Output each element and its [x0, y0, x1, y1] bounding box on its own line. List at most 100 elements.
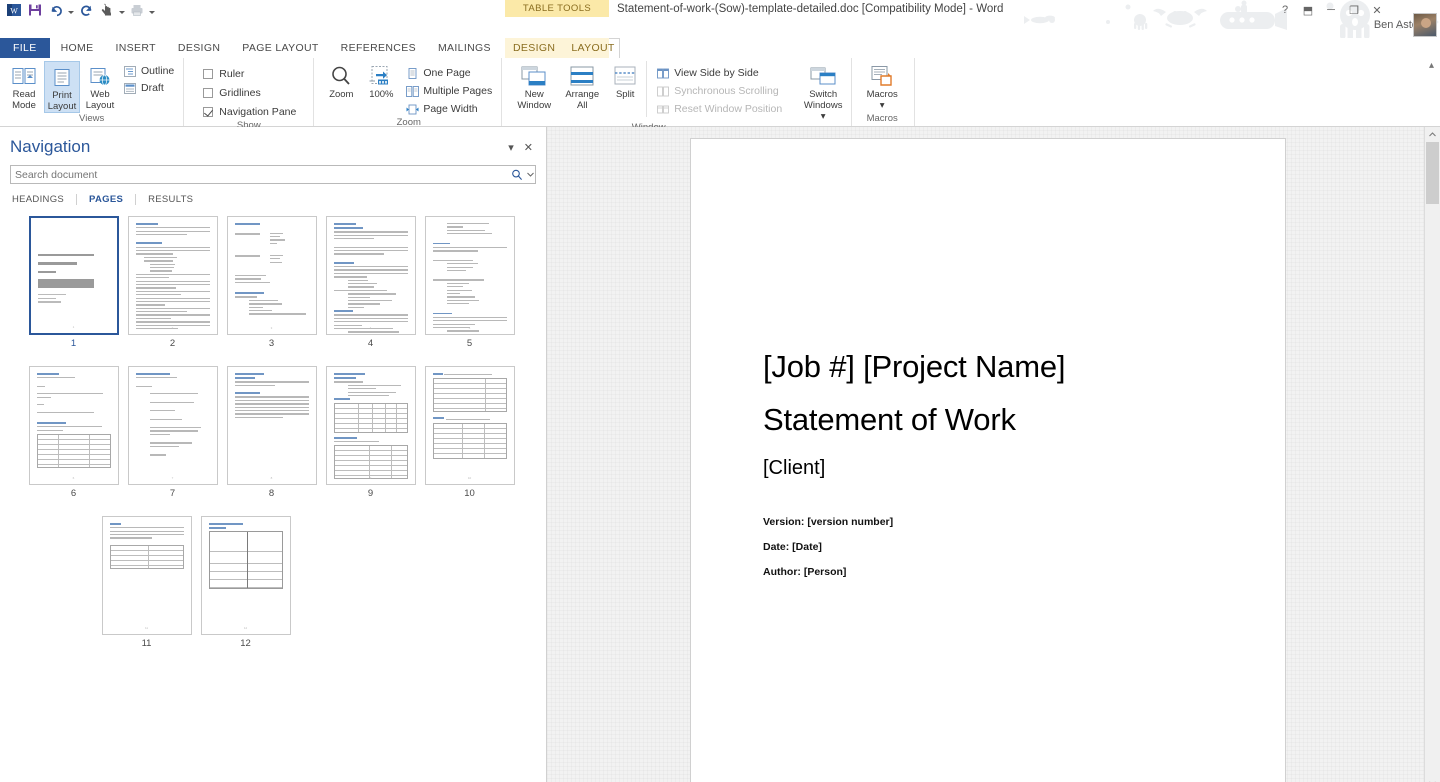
tab-references[interactable]: REFERENCES — [330, 38, 427, 58]
list-item[interactable]: 3 3 — [222, 216, 321, 349]
page-thumbnail-7[interactable]: 7 — [127, 366, 218, 485]
page-number-label: 9 — [367, 488, 374, 499]
list-item[interactable]: 6 6 — [24, 366, 123, 499]
page-thumbnail-9[interactable]: 9 — [325, 366, 416, 485]
tab-file[interactable]: FILE — [0, 38, 50, 58]
thumbnail-table — [333, 402, 408, 433]
tab-page-layout[interactable]: PAGE LAYOUT — [231, 38, 329, 58]
arrange-all-button[interactable]: Arrange All — [560, 61, 604, 111]
page-thumbnail-3[interactable]: 3 — [226, 216, 317, 335]
scroll-down-arrow-icon[interactable] — [1425, 776, 1440, 782]
page-width-button[interactable]: Page Width — [402, 101, 495, 117]
scrollbar-thumb[interactable] — [1426, 142, 1439, 204]
read-mode-icon — [12, 63, 36, 89]
close-button[interactable]: ✕ — [1366, 2, 1388, 18]
thumbnail-table — [208, 531, 283, 590]
avatar[interactable] — [1413, 13, 1437, 37]
page-thumbnail-8[interactable]: 8 — [226, 366, 317, 485]
help-button[interactable]: ? — [1274, 2, 1296, 18]
navigation-pane-checkbox[interactable]: Navigation Pane — [198, 104, 299, 120]
zoom-magnifier-icon — [330, 63, 352, 89]
macros-icon — [870, 63, 894, 89]
tab-results[interactable]: RESULTS — [135, 194, 205, 205]
list-item[interactable]: 10 10 — [420, 366, 519, 499]
minimize-button[interactable]: ─ — [1320, 2, 1342, 18]
list-item[interactable]: 2 2 — [123, 216, 222, 349]
web-layout-button[interactable]: Web Layout — [82, 61, 118, 111]
tab-insert[interactable]: INSERT — [104, 38, 166, 58]
tab-pages[interactable]: PAGES — [76, 194, 135, 205]
macros-label-line1: Macros — [866, 89, 898, 100]
macros-group-label: Macros — [866, 113, 898, 124]
views-small-buttons: Outline Draft — [120, 61, 177, 96]
tab-headings[interactable]: HEADINGS — [12, 194, 76, 205]
page-thumbnail-10[interactable]: 10 — [424, 366, 515, 485]
checkbox-icon — [201, 67, 215, 81]
new-window-button[interactable]: New Window — [512, 61, 556, 111]
page-width-icon — [405, 102, 419, 116]
list-item[interactable]: 7 7 — [123, 366, 222, 499]
multiple-pages-label: Multiple Pages — [423, 85, 493, 97]
print-layout-button[interactable]: Print Layout — [44, 61, 80, 113]
thumbnail-table — [432, 422, 507, 459]
list-item[interactable]: 1 1 — [24, 216, 123, 349]
navigation-options-button[interactable]: ▾ — [503, 141, 519, 154]
tab-table-design[interactable]: DESIGN — [505, 38, 563, 58]
ribbon-display-options-button[interactable]: ⬒ — [1297, 2, 1319, 18]
view-side-by-side-button[interactable]: View Side by Side — [653, 65, 785, 81]
page-thumbnail-6[interactable]: 6 — [28, 366, 119, 485]
vertical-scrollbar[interactable] — [1424, 127, 1440, 782]
split-button[interactable]: Split — [608, 61, 642, 100]
thumbnail-table — [432, 378, 507, 413]
web-layout-icon — [89, 63, 111, 89]
page-thumbnail-4[interactable]: 4 — [325, 216, 416, 335]
macros-button[interactable]: Macros ▾ — [860, 61, 904, 111]
title-bar: W TABLE TOOLS Statement-of-work-(Sow)-te… — [0, 0, 1440, 38]
document-page-1[interactable]: [Job #] [Project Name] Statement of Work… — [690, 138, 1286, 782]
switch-windows-button[interactable]: Switch Windows ▾ — [801, 61, 845, 122]
switch-windows-label-line2: Windows ▾ — [803, 100, 843, 122]
collapse-ribbon-button[interactable]: ▴ — [1429, 60, 1434, 71]
page-thumbnail-1[interactable]: 1 — [28, 216, 119, 335]
one-page-button[interactable]: One Page — [402, 65, 495, 81]
outline-label: Outline — [141, 65, 175, 77]
page-thumbnail-11[interactable]: 11 — [101, 516, 192, 635]
scroll-up-arrow-icon[interactable] — [1425, 127, 1440, 142]
search-options-chevron-down-icon[interactable] — [525, 172, 535, 177]
read-mode-button[interactable]: Read Mode — [6, 61, 42, 111]
tab-mailings[interactable]: MAILINGS — [427, 38, 502, 58]
thumbnail-table — [333, 445, 408, 480]
zoom-100-button[interactable]: 100% — [362, 61, 400, 100]
list-item[interactable]: 8 8 — [222, 366, 321, 499]
multiple-pages-button[interactable]: Multiple Pages — [402, 83, 495, 99]
list-item[interactable]: 11 11 — [97, 516, 196, 649]
list-item[interactable]: 12 12 — [196, 516, 295, 649]
page-thumbnail-grid: 1 1 2 2 3 3 4 4 5 5 6 6 7 7 8 8 9 9 10 1… — [0, 211, 546, 782]
page-thumbnail-12[interactable]: 12 — [200, 516, 291, 635]
search-box[interactable] — [10, 165, 536, 184]
restore-button[interactable]: ❐ — [1343, 2, 1365, 18]
page-thumbnail-5[interactable]: 5 — [424, 216, 515, 335]
close-icon[interactable]: ✕ — [519, 141, 538, 154]
ruler-checkbox[interactable]: Ruler — [198, 66, 299, 82]
page-number-label: 12 — [240, 638, 251, 649]
search-icon[interactable] — [508, 169, 525, 181]
tab-home[interactable]: HOME — [50, 38, 105, 58]
list-item[interactable]: 9 9 — [321, 366, 420, 499]
list-item[interactable]: 4 4 — [321, 216, 420, 349]
search-input[interactable] — [15, 168, 508, 181]
zoom-label: Zoom — [329, 89, 354, 100]
gridlines-checkbox[interactable]: Gridlines — [198, 85, 299, 101]
zoom-button[interactable]: Zoom — [322, 61, 360, 100]
print-layout-label-line2: Layout — [47, 101, 77, 112]
page-thumbnail-2[interactable]: 2 — [127, 216, 218, 335]
page-width-label: Page Width — [423, 103, 478, 115]
list-item[interactable]: 5 5 — [420, 216, 519, 349]
document-canvas[interactable]: [Job #] [Project Name] Statement of Work… — [547, 127, 1440, 782]
outline-button[interactable]: Outline — [120, 63, 177, 79]
draft-button[interactable]: Draft — [120, 80, 177, 96]
tab-table-layout[interactable]: LAYOUT — [563, 38, 622, 58]
tab-design[interactable]: DESIGN — [167, 38, 231, 58]
workspace: Navigation ▾ ✕ HEADINGS PAGES RESULTS — [0, 127, 1440, 782]
page-number-label: 3 — [268, 338, 275, 349]
